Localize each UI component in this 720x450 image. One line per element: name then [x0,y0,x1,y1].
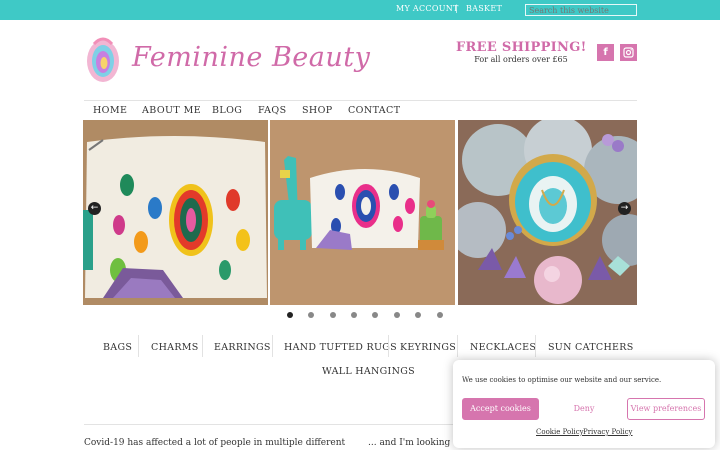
image-slider [83,120,637,305]
top-bar: MY ACCOUNT | BASKET [0,0,720,20]
nav-item-about-me[interactable]: ABOUT ME [142,105,201,116]
cookie-message: We use cookies to optimise our website a… [462,376,662,384]
search-input[interactable] [525,4,637,16]
top-bar-separator: | [455,4,458,13]
instagram-glyph-icon [623,47,634,58]
category-link-keyrings[interactable]: KEYRINGS [400,342,456,353]
slider-dot-2[interactable] [308,312,314,318]
category-link-charms[interactable]: CHARMS [151,342,199,353]
view-preferences-button[interactable]: View preferences [627,398,705,420]
shipping-subtitle: For all orders over £65 [474,55,568,64]
nav-item-shop[interactable]: SHOP [302,105,333,116]
basket-link[interactable]: BASKET [466,4,502,13]
accept-cookies-button[interactable]: Accept cookies [462,398,539,420]
logo-emblem-icon [87,37,119,82]
intro-paragraph-left: Covid-19 has affected a lot of people in… [84,438,346,448]
slide-tufted-bag-image[interactable] [83,120,268,305]
slider-dot-6[interactable] [394,312,400,318]
slider-dot-3[interactable] [330,312,336,318]
category-divider [202,335,203,357]
slider-next-button[interactable]: → [618,202,631,215]
slider-prev-button[interactable]: ← [88,202,101,215]
privacy-policy-link[interactable]: Privacy Policy [583,428,633,436]
slide-crystal-charm-image[interactable] [458,120,637,305]
slider-dot-8[interactable] [437,312,443,318]
nav-item-contact[interactable]: CONTACT [348,105,400,116]
nav-item-faqs[interactable]: FAQS [258,105,287,116]
slide-llama-bag-image[interactable] [270,120,455,305]
category-divider [535,335,536,357]
category-link-necklaces[interactable]: NECKLACES [470,342,536,353]
category-link-wall-hangings[interactable]: WALL HANGINGS [322,366,415,377]
nav-item-blog[interactable]: BLOG [212,105,242,116]
facebook-icon[interactable]: f [597,44,614,61]
my-account-link[interactable]: MY ACCOUNT [396,4,459,13]
slider-dot-5[interactable] [372,312,378,318]
category-divider [457,335,458,357]
category-link-earrings[interactable]: EARRINGS [214,342,271,353]
cookie-consent-banner: We use cookies to optimise our website a… [453,360,715,448]
slider-dot-7[interactable] [415,312,421,318]
brand-name: Feminine Beauty [132,42,371,73]
deny-cookies-button[interactable]: Deny [553,398,615,420]
cookie-policy-link[interactable]: Cookie Policy [536,428,584,436]
category-divider [272,335,273,357]
category-link-bags[interactable]: BAGS [103,342,132,353]
shipping-title: FREE SHIPPING! [456,40,587,55]
category-link-hand-tufted-rugs[interactable]: HAND TUFTED RUGS [284,342,397,353]
category-divider [388,335,389,357]
category-link-sun-catchers[interactable]: SUN CATCHERS [548,342,634,353]
site-logo[interactable]: Feminine Beauty [84,36,370,88]
instagram-icon[interactable] [620,44,637,61]
main-nav: HOME ABOUT ME BLOG FAQS SHOP CONTACT [84,100,637,120]
category-divider [138,335,139,357]
slider-dot-4[interactable] [351,312,357,318]
nav-item-home[interactable]: HOME [93,105,127,116]
slider-dot-1[interactable] [287,312,293,318]
